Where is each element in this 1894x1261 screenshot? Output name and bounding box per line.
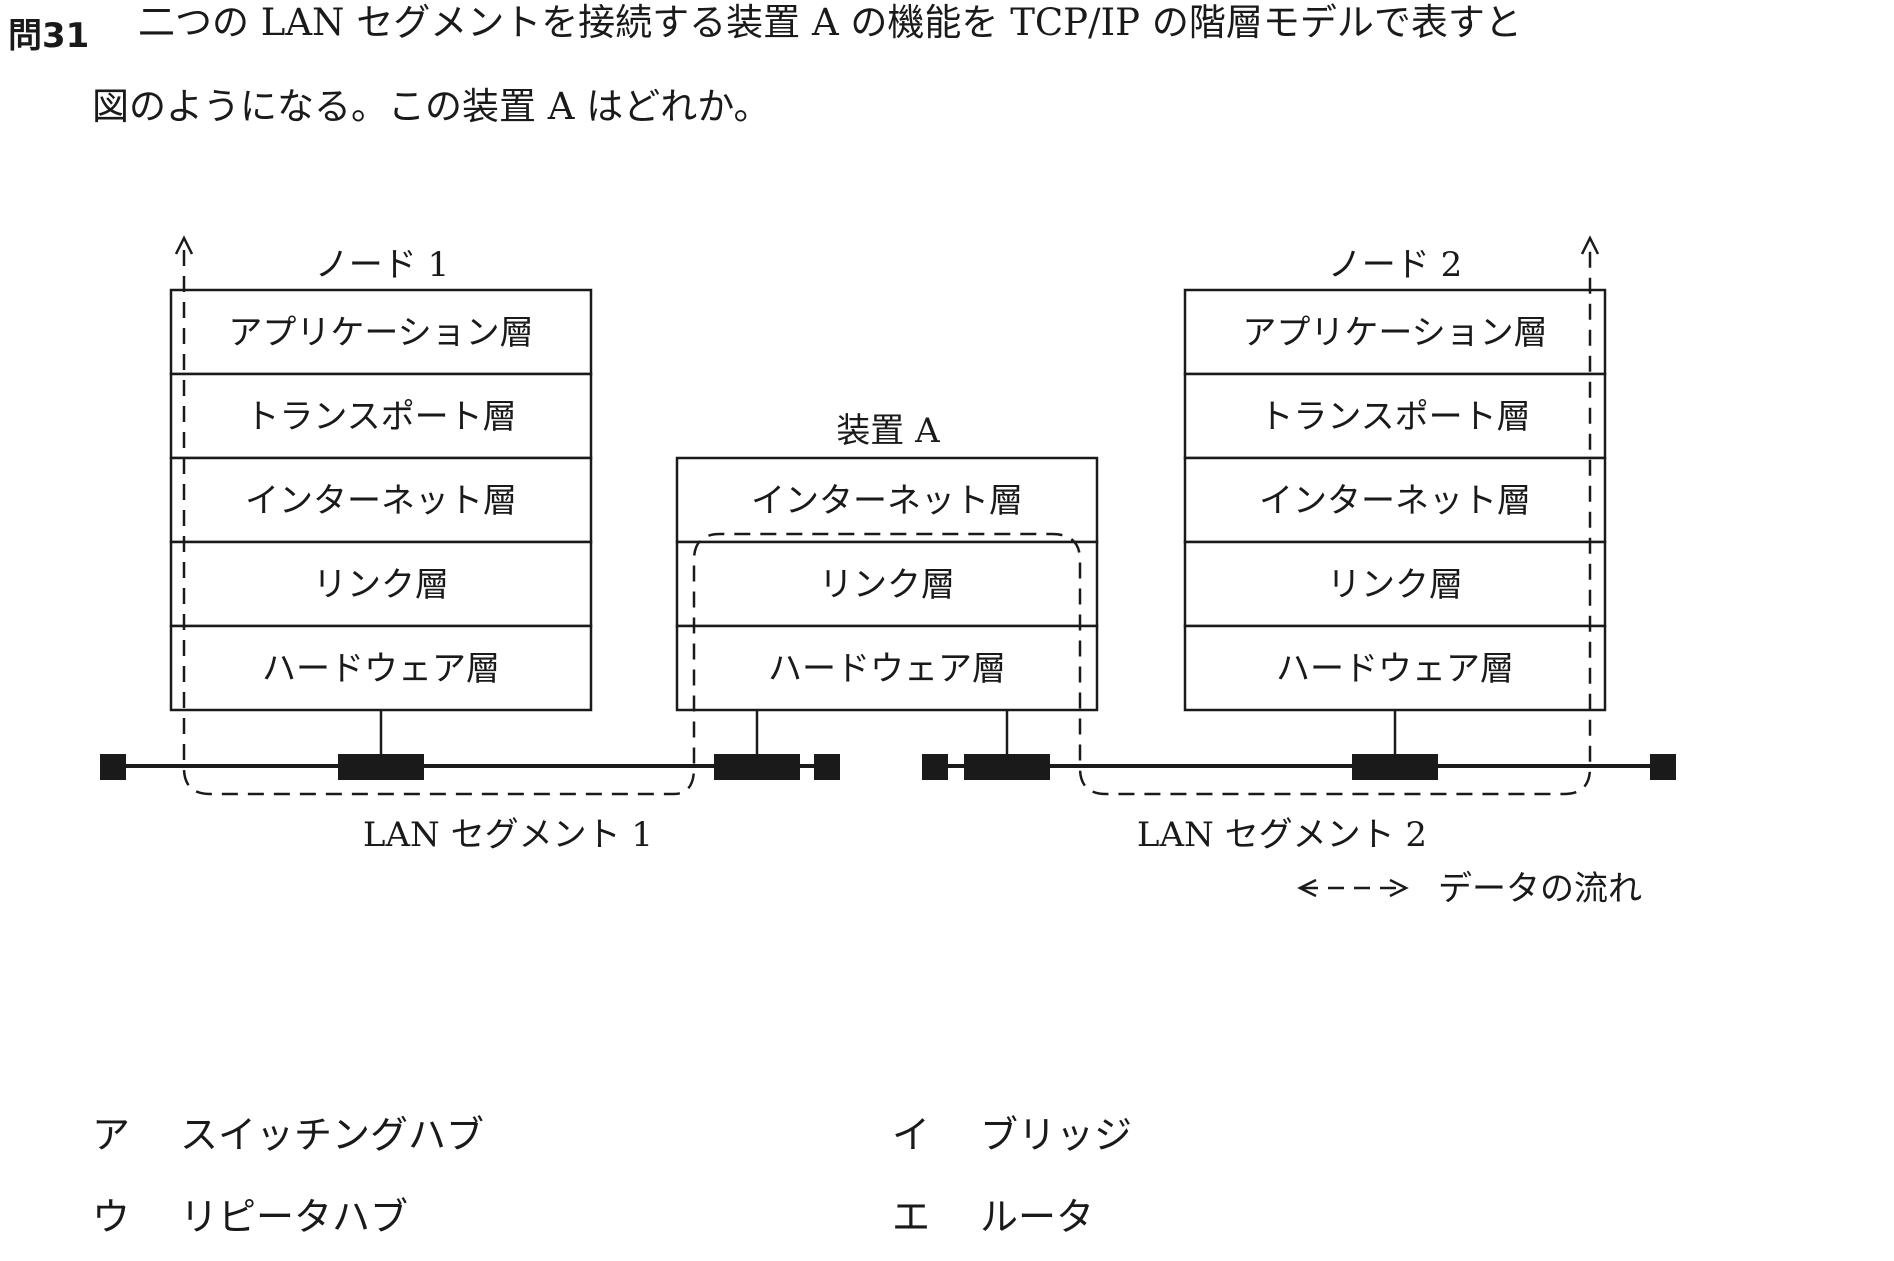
choice-i[interactable]: イ ブリッジ — [892, 1116, 1132, 1154]
cable-terminator — [922, 754, 948, 780]
node1-stack: アプリケーション層トランスポート層インターネット層リンク層ハードウェア層 — [169, 288, 593, 712]
legend-label: データの流れ — [1438, 869, 1642, 909]
node1-layer-label: ハードウェア層 — [262, 649, 500, 689]
lan-segment-1-label: LAN セグメント 1 — [363, 815, 653, 855]
node2-layer-label: アプリケーション層 — [1242, 313, 1547, 353]
cable-terminator — [1650, 754, 1676, 780]
transceiver-device-a-1 — [714, 754, 800, 780]
node1-layer-label: インターネット層 — [245, 481, 517, 521]
choice-a-label: ア — [92, 1113, 131, 1157]
node2-title: ノード 2 — [1328, 245, 1462, 285]
node2-layer-label: トランスポート層 — [1259, 397, 1530, 437]
node2-stack: アプリケーション層トランスポート層インターネット層リンク層ハードウェア層 — [1183, 288, 1607, 712]
choice-e[interactable]: エ ルータ — [892, 1198, 1094, 1236]
device-a-stack: インターネット層リンク層ハードウェア層 — [675, 456, 1099, 712]
choice-i-text: ブリッジ — [980, 1113, 1133, 1157]
device-a-title: 装置 A — [836, 411, 940, 451]
node2-layer-label: ハードウェア層 — [1276, 649, 1514, 689]
lan-segment-2-label: LAN セグメント 2 — [1137, 815, 1427, 855]
choice-e-text: ルータ — [980, 1195, 1095, 1239]
transceiver-device-a-2 — [964, 754, 1050, 780]
node1-layer-label: リンク層 — [313, 565, 449, 605]
choice-u[interactable]: ウ リピータハブ — [92, 1198, 408, 1236]
device-a-layer-label: インターネット層 — [751, 481, 1023, 521]
transceiver-node2 — [1352, 754, 1438, 780]
choice-a[interactable]: ア スイッチングハブ — [92, 1116, 484, 1154]
cable-terminator — [814, 754, 840, 780]
device-a-layer-label: ハードウェア層 — [768, 649, 1006, 689]
node1-title: ノード 1 — [315, 245, 449, 285]
legend: データの流れ — [1297, 869, 1642, 909]
node1-layer-label: トランスポート層 — [245, 397, 516, 437]
choice-e-label: エ — [892, 1195, 931, 1239]
device-a-layer-label: リンク層 — [819, 565, 955, 605]
transceiver-node1 — [338, 754, 424, 780]
node2-layer-label: リンク層 — [1327, 565, 1463, 605]
cable-terminator — [100, 754, 126, 780]
choice-u-text: リピータハブ — [180, 1195, 409, 1239]
node1-layer-label: アプリケーション層 — [228, 313, 533, 353]
choice-i-label: イ — [892, 1113, 931, 1157]
choice-a-text: スイッチングハブ — [180, 1113, 485, 1157]
choice-u-label: ウ — [92, 1195, 131, 1239]
protocol-layer-diagram: アプリケーション層トランスポート層インターネット層リンク層ハードウェア層 インタ… — [100, 235, 1676, 909]
node2-layer-label: インターネット層 — [1259, 481, 1531, 521]
